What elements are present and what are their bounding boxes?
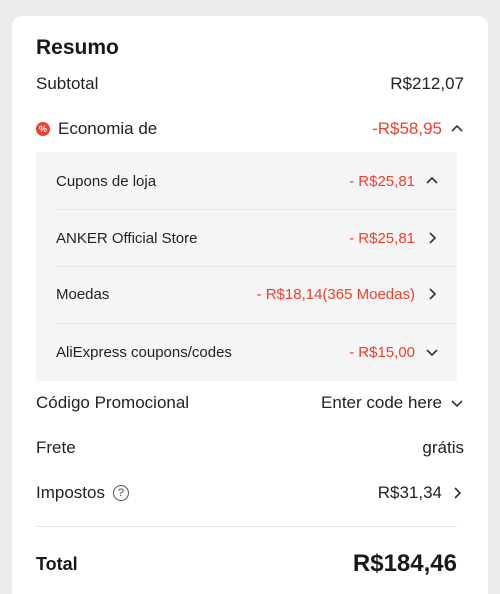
store-discount-value: - R$25,81 (349, 229, 415, 247)
chevron-up-icon[interactable] (425, 174, 439, 188)
taxes-row[interactable]: Impostos ? R$31,34 (36, 483, 464, 503)
shipping-value: grátis (422, 438, 464, 457)
subtotal-label: Subtotal (36, 74, 99, 93)
shipping-label: Frete (36, 438, 76, 457)
store-discount-row[interactable]: ANKER Official Store - R$25,81 (56, 210, 439, 266)
chevron-right-icon[interactable] (450, 486, 464, 500)
total-row: Total R$184,46 (36, 550, 457, 578)
savings-breakdown-panel: Cupons de loja - R$25,81 ANKER Official … (36, 152, 457, 381)
coins-row[interactable]: Moedas - R$18,14(365 Moedas) (56, 266, 439, 322)
total-value: R$184,46 (352, 550, 457, 577)
total-label: Total (36, 553, 78, 574)
summary-title: Resumo (36, 36, 119, 59)
aliexpress-coupons-row[interactable]: AliExpress coupons/codes - R$15,00 (56, 324, 439, 380)
coins-label: Moedas (56, 285, 110, 303)
subtotal-row: Subtotal R$212,07 (36, 74, 464, 94)
order-summary-card: Resumo Subtotal R$212,07 % Economia de -… (12, 16, 488, 594)
store-coupons-label: Cupons de loja (56, 172, 157, 190)
taxes-value: R$31,34 (377, 483, 442, 502)
help-icon[interactable]: ? (112, 485, 129, 501)
sale-badge-icon: % (36, 122, 50, 136)
chevron-up-icon[interactable] (450, 122, 464, 136)
savings-row[interactable]: % Economia de -R$58,95 (36, 119, 464, 139)
savings-value: -R$58,95 (372, 119, 442, 138)
promo-code-row[interactable]: Código Promocional Enter code here (36, 393, 464, 413)
divider (36, 526, 457, 527)
promo-code-input[interactable]: Enter code here (321, 393, 442, 413)
aliexpress-coupons-value: - R$15,00 (349, 343, 415, 361)
savings-label: Economia de (58, 119, 158, 138)
chevron-down-icon[interactable] (425, 345, 439, 359)
chevron-right-icon[interactable] (425, 231, 439, 245)
store-coupons-row[interactable]: Cupons de loja - R$25,81 (56, 153, 439, 209)
chevron-right-icon[interactable] (425, 287, 439, 301)
taxes-label: Impostos (36, 483, 105, 502)
aliexpress-coupons-label: AliExpress coupons/codes (56, 343, 232, 361)
store-discount-label: ANKER Official Store (56, 229, 198, 247)
store-coupons-value: - R$25,81 (349, 172, 415, 190)
shipping-row: Frete grátis (36, 438, 464, 458)
coins-value: - R$18,14(365 Moedas) (256, 285, 415, 303)
promo-code-label: Código Promocional (36, 393, 190, 412)
chevron-down-icon[interactable] (450, 396, 464, 410)
subtotal-value: R$212,07 (390, 74, 464, 93)
